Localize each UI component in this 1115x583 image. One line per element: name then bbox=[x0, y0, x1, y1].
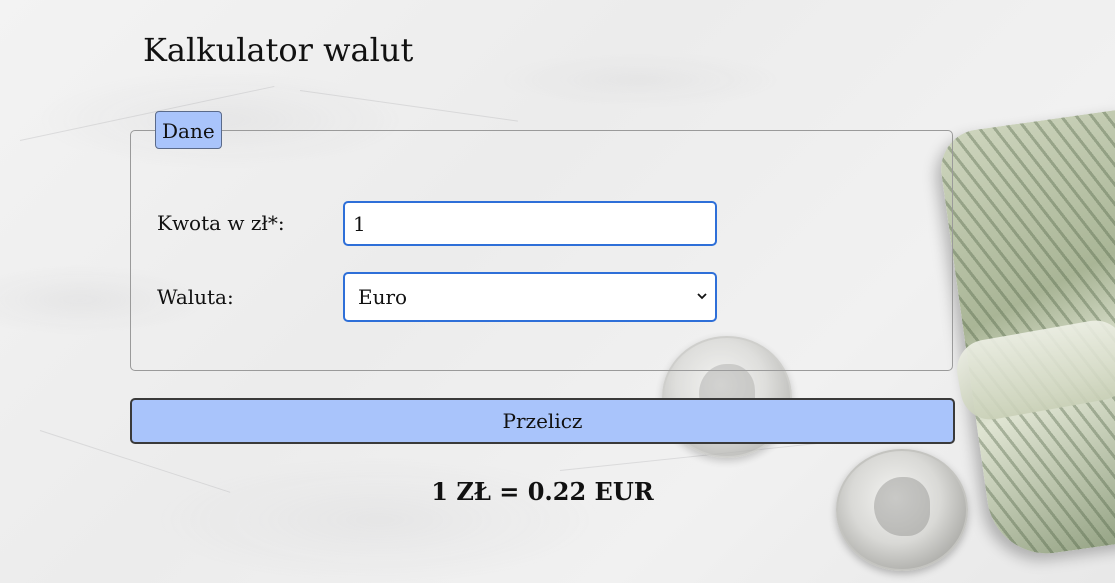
fieldset-legend: Dane bbox=[155, 111, 222, 149]
amount-input[interactable] bbox=[343, 201, 717, 246]
conversion-result: 1 ZŁ = 0.22 EUR bbox=[431, 477, 654, 506]
coin-image bbox=[836, 449, 968, 571]
marble-vein bbox=[299, 90, 518, 122]
chevron-down-icon bbox=[697, 293, 707, 300]
currency-select[interactable]: Euro bbox=[343, 272, 717, 322]
amount-label: Kwota w zł*: bbox=[157, 211, 285, 235]
convert-button[interactable]: Przelicz bbox=[130, 398, 955, 444]
data-fieldset bbox=[130, 130, 953, 371]
currency-selected-value: Euro bbox=[358, 285, 408, 309]
currency-label: Waluta: bbox=[157, 285, 234, 309]
page-title: Kalkulator walut bbox=[143, 31, 414, 69]
